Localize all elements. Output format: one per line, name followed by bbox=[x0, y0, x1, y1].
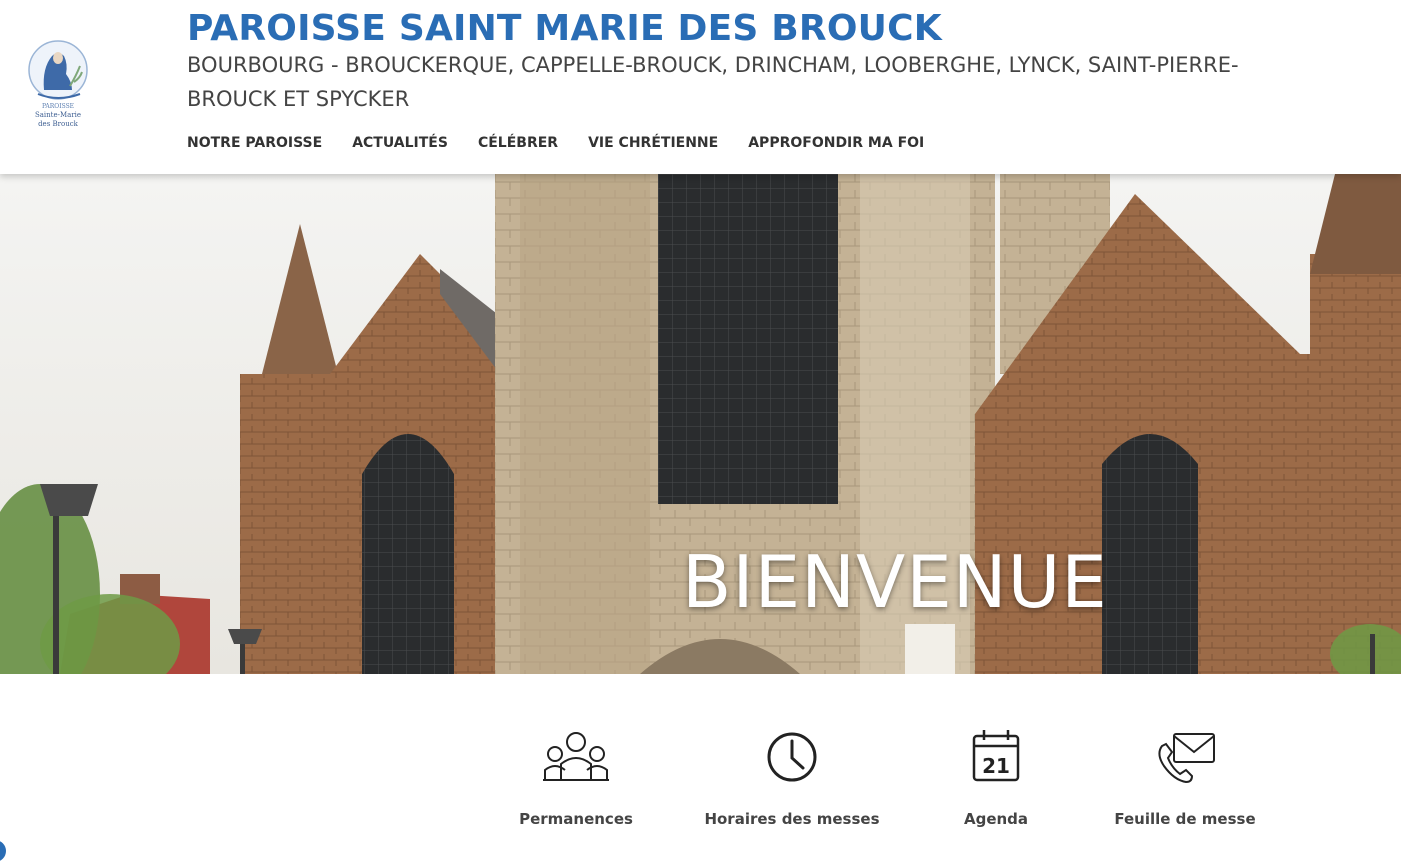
quick-link-label: Permanences bbox=[519, 810, 633, 828]
logo-line1: PAROISSE bbox=[42, 103, 74, 110]
quick-links: Permanences Horaires des messes 21 Agend… bbox=[0, 724, 1401, 844]
quick-link-label: Horaires des messes bbox=[704, 810, 880, 828]
quick-link-feuille-de-messe[interactable]: Feuille de messe bbox=[1085, 724, 1285, 828]
hero-banner: BIENVENUE bbox=[0, 174, 1401, 674]
envelope-phone-icon bbox=[1158, 733, 1215, 784]
nav-item-vie-chretienne[interactable]: VIE CHRÉTIENNE bbox=[588, 135, 718, 151]
quick-link-agenda[interactable]: 21 Agenda bbox=[896, 724, 1096, 828]
quick-link-permanences[interactable]: Permanences bbox=[476, 724, 676, 828]
logo-icon: PAROISSE Sainte-Marie des Brouck bbox=[28, 40, 88, 128]
nav-item-celebrer[interactable]: CÉLÉBRER bbox=[478, 135, 558, 151]
site-title[interactable]: PAROISSE SAINT MARIE DES BROUCK bbox=[187, 8, 942, 49]
logo-line3: des Brouck bbox=[38, 120, 79, 128]
quick-link-label: Feuille de messe bbox=[1114, 810, 1256, 828]
calendar-day: 21 bbox=[982, 754, 1010, 778]
nav-item-notre-paroisse[interactable]: NOTRE PAROISSE bbox=[187, 135, 322, 151]
parish-logo[interactable]: PAROISSE Sainte-Marie des Brouck bbox=[22, 38, 94, 130]
logo-line2: Sainte-Marie bbox=[35, 111, 81, 119]
site-subtitle: BOURBOURG - BROUCKERQUE, CAPPELLE-BROUCK… bbox=[187, 53, 1239, 111]
nav-item-actualites[interactable]: ACTUALITÉS bbox=[352, 135, 448, 151]
quick-link-label: Agenda bbox=[963, 810, 1029, 828]
quick-link-horaires[interactable]: Horaires des messes bbox=[692, 724, 892, 828]
site-header: PAROISSE Sainte-Marie des Brouck PAROISS… bbox=[0, 0, 1401, 174]
clock-icon bbox=[767, 732, 817, 782]
main-nav: NOTRE PAROISSE ACTUALITÉS CÉLÉBRER VIE C… bbox=[187, 135, 954, 151]
nav-item-approfondir-ma-foi[interactable]: APPROFONDIR MA FOI bbox=[748, 135, 924, 151]
people-icon bbox=[543, 732, 609, 781]
hero-title: BIENVENUE bbox=[682, 540, 1108, 624]
calendar-icon: 21 bbox=[972, 730, 1020, 782]
